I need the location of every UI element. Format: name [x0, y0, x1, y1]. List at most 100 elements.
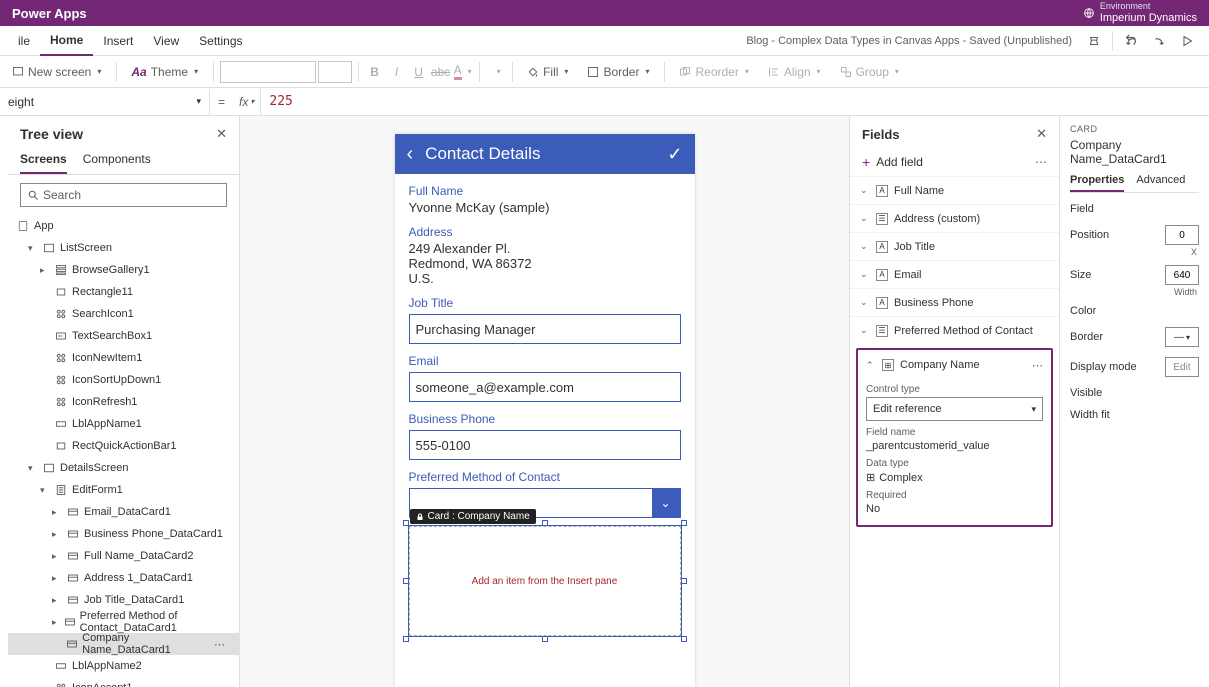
field-row[interactable]: ⌄☰Preferred Method of Contact — [850, 316, 1059, 344]
tree-node[interactable]: ▸Address 1_DataCard1 — [8, 567, 239, 589]
back-icon[interactable]: ‹ — [407, 143, 414, 166]
theme-button[interactable]: Aa Theme — [123, 59, 207, 85]
border-button[interactable]: Border — [579, 59, 658, 85]
node-icon — [65, 637, 78, 651]
node-icon — [54, 681, 68, 687]
tree-node[interactable]: TextSearchBox1 — [8, 325, 239, 347]
field-row[interactable]: ⌄AJob Title — [850, 232, 1059, 260]
input-email[interactable]: someone_a@example.com — [409, 372, 681, 402]
chevron-down-icon: ⌄ — [652, 489, 680, 517]
tree-node[interactable]: IconRefresh1 — [8, 391, 239, 413]
strike-icon[interactable]: abc — [431, 62, 451, 82]
canvas-area[interactable]: ‹ Contact Details ✓ Full Name Yvonne McK… — [240, 116, 849, 687]
value-fullname: Yvonne McKay (sample) — [409, 200, 681, 215]
reorder-button[interactable]: Reorder — [671, 59, 757, 85]
node-icon — [54, 417, 68, 431]
fill-button[interactable]: Fill — [519, 59, 577, 85]
company-name-datacard[interactable]: Card : Company Name Add an item from the… — [409, 526, 681, 636]
fields-title: Fields — [862, 127, 1036, 142]
more-icon[interactable]: ⋯ — [214, 638, 231, 651]
tab-components[interactable]: Components — [83, 148, 151, 174]
tree-node[interactable]: LblAppName2 — [8, 655, 239, 677]
node-icon — [54, 329, 68, 343]
tree-node[interactable]: Rectangle11 — [8, 281, 239, 303]
add-field-button[interactable]: + Add field ⋯ — [850, 148, 1059, 176]
menu-home[interactable]: Home — [40, 26, 93, 56]
menu-settings[interactable]: Settings — [189, 26, 252, 56]
tab-advanced[interactable]: Advanced — [1136, 174, 1185, 192]
group-button[interactable]: Group — [832, 59, 908, 85]
tree-app-node[interactable]: App — [8, 215, 239, 237]
font-select[interactable] — [220, 61, 316, 83]
property-selector[interactable]: eight▾ — [0, 89, 210, 115]
tree-node[interactable]: ▾ListScreen — [8, 237, 239, 259]
text-align-icon[interactable] — [486, 62, 506, 82]
border-style-select[interactable]: — ▾ — [1165, 327, 1199, 347]
font-color-icon[interactable]: A — [453, 62, 473, 82]
accept-icon[interactable]: ✓ — [667, 144, 682, 165]
input-phone[interactable]: 555-0100 — [409, 430, 681, 460]
more-icon[interactable]: ⋯ — [1032, 359, 1043, 372]
tree-node[interactable]: IconAccept1 — [8, 677, 239, 687]
display-mode-input[interactable] — [1165, 357, 1199, 377]
more-icon[interactable]: ⋯ — [1035, 155, 1047, 169]
tree-node[interactable]: RectQuickActionBar1 — [8, 435, 239, 457]
close-fields-icon[interactable]: ✕ — [1036, 126, 1047, 142]
search-input[interactable]: Search — [20, 183, 227, 207]
phone-header: ‹ Contact Details ✓ — [395, 134, 695, 174]
node-icon — [66, 593, 80, 607]
input-jobtitle[interactable]: Purchasing Manager — [409, 314, 681, 344]
redo-icon[interactable] — [1145, 27, 1173, 55]
tree-node[interactable]: ▸Email_DataCard1 — [8, 501, 239, 523]
field-row[interactable]: ⌄ABusiness Phone — [850, 288, 1059, 316]
app-checker-icon[interactable] — [1080, 27, 1108, 55]
tree-node[interactable]: ▸BrowseGallery1 — [8, 259, 239, 281]
app-icon — [16, 219, 30, 233]
field-row[interactable]: ⌄☰Address (custom) — [850, 204, 1059, 232]
size-w-input[interactable] — [1165, 265, 1199, 285]
environment-block[interactable]: Environment Imperium Dynamics — [1100, 2, 1197, 24]
node-icon — [54, 659, 68, 673]
search-icon — [27, 189, 39, 201]
tree-node[interactable]: IconNewItem1 — [8, 347, 239, 369]
tree-node[interactable]: SearchIcon1 — [8, 303, 239, 325]
undo-icon[interactable] — [1117, 27, 1145, 55]
label-fullname: Full Name — [409, 184, 681, 198]
new-screen-button[interactable]: New screen — [4, 59, 110, 85]
menu-file[interactable]: ile — [8, 26, 40, 56]
fx-button[interactable]: fx — [233, 89, 261, 115]
formula-input[interactable]: 225 — [261, 94, 1209, 109]
play-icon[interactable] — [1173, 27, 1201, 55]
tree-node[interactable]: ▸Business Phone_DataCard1 — [8, 523, 239, 545]
tree-node[interactable]: ▸Full Name_DataCard2 — [8, 545, 239, 567]
menu-view[interactable]: View — [143, 26, 189, 56]
label-jobtitle: Job Title — [409, 296, 681, 310]
node-icon — [54, 351, 68, 365]
control-type-select[interactable]: Edit reference▾ — [866, 397, 1043, 421]
field-row[interactable]: ⌄AFull Name — [850, 176, 1059, 204]
align-button[interactable]: Align — [760, 59, 830, 85]
font-size-select[interactable] — [318, 61, 352, 83]
tab-screens[interactable]: Screens — [20, 148, 67, 174]
tab-properties[interactable]: Properties — [1070, 174, 1124, 192]
node-icon — [54, 285, 68, 299]
close-icon[interactable]: ✕ — [216, 126, 227, 142]
position-x-input[interactable] — [1165, 225, 1199, 245]
field-row[interactable]: ⌄AEmail — [850, 260, 1059, 288]
card-type-label: CARD — [1070, 124, 1199, 134]
width-hint: Width — [1070, 287, 1199, 297]
underline-icon[interactable]: U — [409, 62, 429, 82]
tree-node[interactable]: IconSortUpDown1 — [8, 369, 239, 391]
field-row-expanded[interactable]: ⌃⊞Company Name⋯ — [866, 356, 1043, 378]
tree-node[interactable]: LblAppName1 — [8, 413, 239, 435]
node-icon — [54, 439, 68, 453]
tree-node[interactable]: ▸Job Title_DataCard1 — [8, 589, 239, 611]
tree-node[interactable]: ▸Preferred Method of Contact_DataCard1 — [8, 611, 239, 633]
tree-node[interactable]: ▾EditForm1 — [8, 479, 239, 501]
tree-node[interactable]: ▾DetailsScreen — [8, 457, 239, 479]
tree-node[interactable]: Company Name_DataCard1⋯ — [8, 633, 239, 655]
menu-insert[interactable]: Insert — [93, 26, 143, 56]
italic-icon[interactable]: I — [387, 62, 407, 82]
bold-icon[interactable]: B — [365, 62, 385, 82]
node-icon — [42, 461, 56, 475]
